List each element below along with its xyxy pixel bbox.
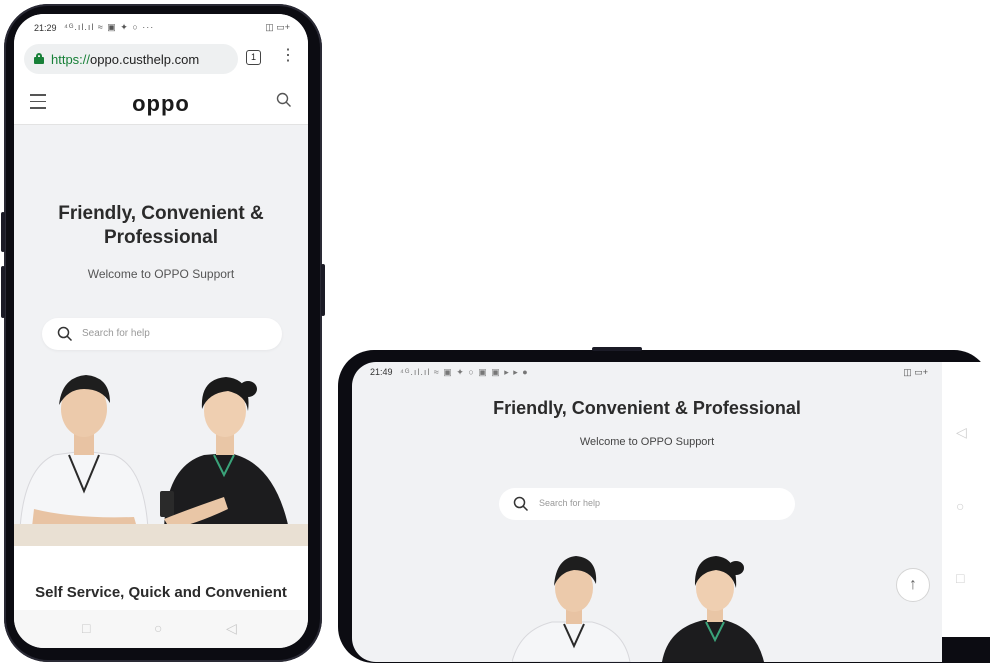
status-icons: ⁴ᴳ.ıl.ıl ≈ ▣ ✦ ○ ···: [64, 22, 155, 32]
status-icons: ⁴ᴳ.ıl.ıl ≈ ▣ ✦ ○ ▣ ▣ ▸ ▸ ●: [400, 367, 529, 377]
hero-title: Friendly, Convenient & Professional: [58, 203, 264, 248]
home-icon[interactable]: ○: [154, 620, 162, 636]
lock-icon: [34, 53, 44, 64]
landscape-screen: 21:49 ⁴ᴳ.ıl.ıl ≈ ▣ ✦ ○ ▣ ▣ ▸ ▸ ● ◫ ▭+ Fr…: [352, 362, 942, 662]
browser-menu-icon[interactable]: ⋮: [280, 48, 296, 64]
back-icon[interactable]: ◁: [956, 424, 967, 441]
system-nav-bar: ◁ ○ □: [942, 362, 990, 637]
recent-apps-icon[interactable]: □: [956, 570, 964, 586]
tab-switcher-button[interactable]: 1: [246, 50, 261, 65]
status-bar: 21:29 ⁴ᴳ.ıl.ıl ≈ ▣ ✦ ○ ··· ◫ ▭+: [14, 14, 308, 40]
header-search-icon[interactable]: [276, 92, 292, 113]
oppo-logo[interactable]: oppo: [14, 91, 308, 117]
power-button: [592, 347, 642, 351]
search-placeholder: Search for help: [82, 328, 150, 339]
status-bar: 21:49 ⁴ᴳ.ıl.ıl ≈ ▣ ✦ ○ ▣ ▣ ▸ ▸ ● ◫ ▭+: [352, 362, 942, 380]
battery-icon: ◫ ▭+: [903, 367, 928, 377]
browser-toolbar: https://oppo.custhelp.com 1 ⋮: [14, 40, 308, 80]
status-time: 21:29: [34, 23, 57, 33]
back-icon[interactable]: ◁: [226, 620, 237, 637]
support-staff-illustration: [19, 375, 290, 534]
hero-subtitle: Welcome to OPPO Support: [579, 436, 715, 448]
battery-icon: ◫ ▭+: [265, 22, 290, 32]
home-icon[interactable]: ○: [956, 498, 964, 514]
support-staff-illustration: [512, 556, 764, 662]
power-button: [321, 264, 325, 316]
search-placeholder: Search for help: [539, 498, 601, 508]
site-header: oppo: [14, 80, 308, 125]
url-scheme: https://: [51, 52, 91, 67]
search-input[interactable]: Search for help: [499, 488, 795, 520]
status-time: 21:49: [370, 367, 393, 377]
url-text[interactable]: https://oppo.custhelp.com: [51, 52, 199, 67]
address-bar[interactable]: https://oppo.custhelp.com: [24, 44, 238, 74]
recent-apps-icon[interactable]: □: [82, 620, 90, 636]
scroll-to-top-button[interactable]: ↑: [896, 568, 930, 602]
url-host: oppo.custhelp.com: [90, 52, 200, 67]
volume-button: [1, 212, 5, 252]
hero-subtitle: Welcome to OPPO Support: [87, 267, 235, 281]
desk: [14, 524, 308, 546]
section-title: Self Service, Quick and Convenient: [35, 584, 287, 601]
hero-title: Friendly, Convenient & Professional: [493, 398, 801, 418]
search-icon: [57, 326, 73, 342]
volume-button: [1, 266, 5, 318]
search-input[interactable]: Search for help: [42, 318, 282, 350]
system-nav-bar: □ ○ ◁: [14, 610, 308, 648]
search-icon: [513, 496, 529, 512]
self-service-section: Self Service, Quick and Convenient: [14, 546, 308, 616]
portrait-screen: 21:29 ⁴ᴳ.ıl.ıl ≈ ▣ ✦ ○ ··· ◫ ▭+ https://…: [14, 14, 308, 648]
